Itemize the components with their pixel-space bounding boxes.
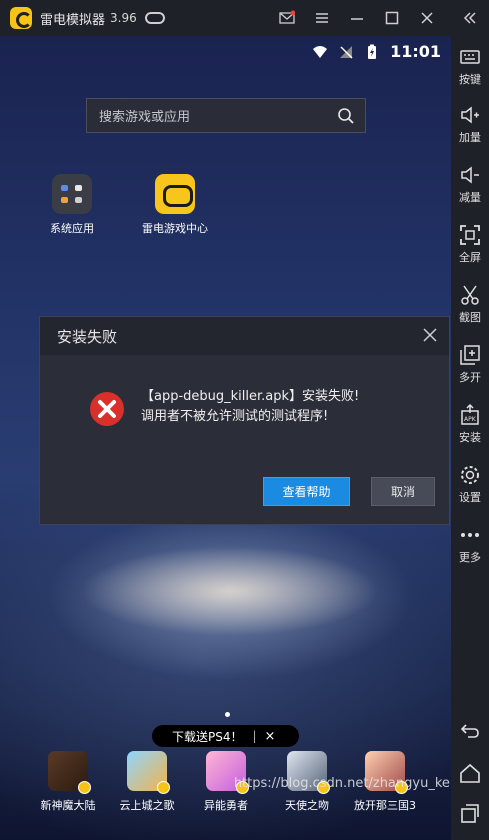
volume-up-button[interactable]: 加量 [451,104,489,145]
app-game-center[interactable]: 雷电游戏中心 [130,174,220,236]
multi-instance-label: 多开 [459,371,481,384]
menu-icon [315,13,328,23]
dialog-close-icon[interactable] [421,326,439,344]
more-button[interactable]: 更多 [451,524,489,565]
dock-app-label: 新神魔大陆 [40,799,96,812]
app-label: 系统应用 [50,222,94,235]
promo-close-button[interactable]: × [265,729,276,744]
app-version: 3.96 [110,11,137,25]
dock-app[interactable]: 云上城之歌 [107,751,187,813]
game-center-icon [155,174,195,214]
status-bar: 11:01 [312,42,441,61]
close-icon [420,12,433,24]
double-chevron-left-icon [463,12,476,24]
game-icon [48,751,91,794]
promo-text: 下载送PS4！ [172,729,243,744]
message-line-2: 调用者不被允许测试的测试程序! [141,409,329,424]
promo-separator: | [252,729,257,743]
more-label: 更多 [459,551,481,564]
cancel-button[interactable]: 取消 [371,477,435,506]
app-label: 雷电游戏中心 [142,222,208,235]
error-icon [90,392,124,426]
folder-icon [52,174,92,214]
dialog-title: 安装失败 [57,327,118,346]
watermark: https://blog.csdn.net/zhangyu_kenshin [233,776,485,791]
minimize-button[interactable] [339,0,374,36]
no-signal-icon [340,45,353,59]
gear-icon [461,466,479,484]
search-placeholder: 搜索游戏或应用 [99,110,191,125]
settings-label: 设置 [459,491,481,504]
wifi-icon [313,45,328,58]
battery-charging-icon [368,44,377,59]
settings-button[interactable]: 设置 [451,464,489,505]
collapse-sidebar-button[interactable] [451,0,489,36]
apk-install-icon: APK [461,403,479,425]
dialog-header: 安装失败 [40,317,449,355]
dock-app-label: 放开那三国3 [354,799,416,812]
app-system-apps[interactable]: 系统应用 [27,174,117,236]
multi-instance-button[interactable]: 多开 [451,344,489,385]
volume-down-icon [461,166,479,184]
scissors-icon [461,285,479,305]
install-apk-button[interactable]: APK 安装 [451,403,489,445]
screenshot-label: 截图 [459,311,481,324]
dialog-message: 【app-debug_killer.apk】安装失败! 调用者不被允许测试的测试… [141,387,359,427]
volume-down-label: 减量 [459,191,481,204]
home-icon[interactable] [459,762,481,784]
volume-down-button[interactable]: 减量 [451,164,489,205]
volume-up-label: 加量 [459,131,481,144]
maximize-icon [385,11,398,25]
mail-button[interactable] [269,0,304,36]
close-window-button[interactable] [409,0,444,36]
message-line-1: 【app-debug_killer.apk】安装失败! [141,389,360,404]
view-help-button[interactable]: 查看帮助 [263,477,350,506]
dock-app-label: 天使之吻 [285,799,329,812]
more-dots-icon [461,533,479,537]
install-label: 安装 [459,431,481,444]
maximize-button[interactable] [374,0,409,36]
search-icon[interactable] [337,107,355,125]
keyboard-icon [460,50,480,64]
dock-app-label: 异能勇者 [204,799,248,812]
game-icon [127,751,170,794]
recent-apps-icon[interactable] [459,802,481,824]
dock-app[interactable]: 新神魔大陆 [28,751,108,813]
fullscreen-button[interactable]: 全屏 [451,224,489,265]
dock-app-label: 云上城之歌 [119,799,175,812]
app-logo-icon [10,7,32,29]
search-bar[interactable]: 搜索游戏或应用 [86,98,366,133]
status-clock: 11:01 [390,42,441,61]
right-toolbar: 按键 加量 减量 全屏 截图 多开 APK 安装 设置 更多 [451,36,489,840]
fullscreen-icon [460,225,480,245]
title-bar: 雷电模拟器 3.96 [0,0,489,36]
install-failed-dialog: 安装失败 【app-debug_killer.apk】安装失败! 调用者不被允许… [39,316,450,525]
keymap-label: 按键 [459,73,481,86]
screenshot-button[interactable]: 截图 [451,284,489,325]
multi-window-icon [460,345,480,365]
minimize-icon [350,18,363,20]
menu-button[interactable] [304,0,339,36]
volume-up-icon [461,106,479,124]
page-indicator [225,712,230,717]
keymap-button[interactable]: 按键 [451,46,489,87]
mail-icon [278,10,295,24]
fullscreen-label: 全屏 [459,251,481,264]
app-title: 雷电模拟器 [40,12,106,28]
promo-banner[interactable]: 下载送PS4！ | × [152,725,299,747]
svg-text:APK: APK [464,416,477,423]
gamepad-icon[interactable] [144,12,165,24]
back-icon[interactable] [459,720,481,742]
